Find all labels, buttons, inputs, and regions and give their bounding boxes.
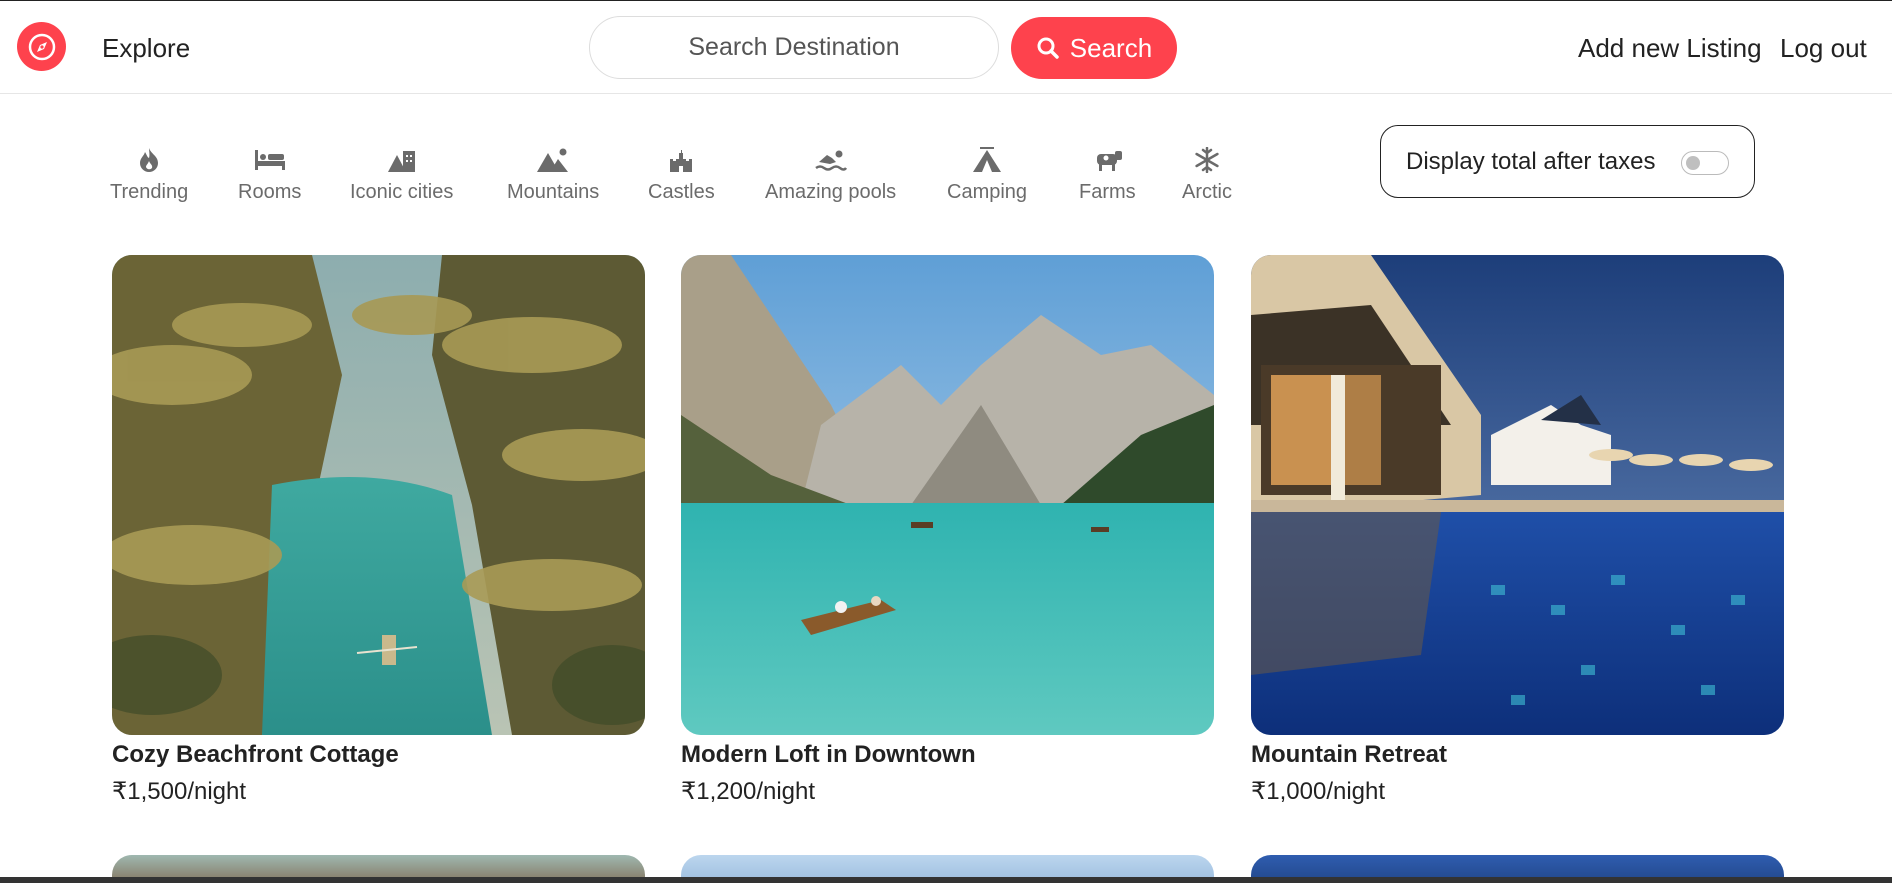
search-button-label: Search (1069, 32, 1153, 63)
tent-icon (970, 145, 1004, 175)
filter-amazing-pools[interactable]: Amazing pools (765, 145, 896, 204)
filter-farms[interactable]: Farms (1079, 145, 1136, 204)
listing-price: ₹1,000/night (1251, 778, 1386, 805)
listing-image-mountain-lake[interactable] (681, 255, 1214, 735)
window-bottom-edge (0, 877, 1892, 883)
listing-title: Cozy Beachfront Cottage (112, 741, 399, 768)
tax-toggle-label: Display total after taxes (1406, 147, 1656, 175)
cow-icon (1090, 145, 1124, 175)
filter-label: Arctic (1182, 181, 1232, 203)
city-icon (385, 145, 419, 175)
listing-price: ₹1,200/night (681, 778, 816, 805)
listing-card[interactable]: Cozy Beachfront Cottage ₹1,500/night (112, 255, 645, 806)
tax-toggle[interactable]: Display total after taxes (1380, 125, 1755, 198)
filter-label: Rooms (238, 181, 302, 203)
listing-card[interactable]: Modern Loft in Downtown ₹1,200/night (681, 255, 1214, 806)
filter-label: Castles (648, 181, 715, 203)
castle-icon (664, 145, 698, 175)
listing-card[interactable]: Mountain Retreat ₹1,000/night (1251, 255, 1784, 806)
listing-title: Mountain Retreat (1251, 741, 1448, 768)
add-listing-link[interactable]: Add new Listing (1578, 33, 1762, 64)
swimmer-icon (814, 145, 848, 175)
listing-title: Modern Loft in Downtown (681, 741, 976, 768)
filter-camping[interactable]: Camping (947, 145, 1027, 204)
filter-mountains[interactable]: Mountains (507, 145, 599, 204)
bed-icon (253, 145, 287, 175)
compass-logo-icon[interactable] (17, 22, 66, 71)
filter-label: Camping (947, 181, 1028, 203)
filter-arctic[interactable]: Arctic (1182, 145, 1232, 204)
listing-image-tropical-lagoon[interactable] (112, 255, 645, 735)
search-input[interactable] (589, 16, 999, 79)
snowflake-icon (1190, 145, 1224, 175)
listing-image-resort-pool[interactable] (1251, 255, 1784, 735)
tax-switch[interactable] (1681, 151, 1729, 175)
filter-label: Farms (1079, 181, 1136, 203)
listing-price: ₹1,500/night (112, 778, 247, 805)
mountain-icon (536, 145, 570, 175)
filter-rooms[interactable]: Rooms (238, 145, 301, 204)
tax-switch-knob (1686, 156, 1700, 170)
filter-label: Amazing pools (765, 181, 897, 203)
fire-icon (132, 145, 166, 175)
explore-link[interactable]: Explore (102, 33, 190, 64)
filter-iconic-cities[interactable]: Iconic cities (350, 145, 453, 204)
filter-trending[interactable]: Trending (110, 145, 188, 204)
filter-label: Mountains (507, 181, 600, 203)
logout-link[interactable]: Log out (1780, 33, 1867, 64)
search-icon (1037, 37, 1059, 59)
navbar: Explore Search Add new Listing Log out (0, 0, 1892, 94)
filter-label: Iconic cities (350, 181, 454, 203)
search-button[interactable]: Search (1011, 17, 1177, 79)
filter-label: Trending (110, 181, 189, 203)
filter-castles[interactable]: Castles (648, 145, 715, 204)
